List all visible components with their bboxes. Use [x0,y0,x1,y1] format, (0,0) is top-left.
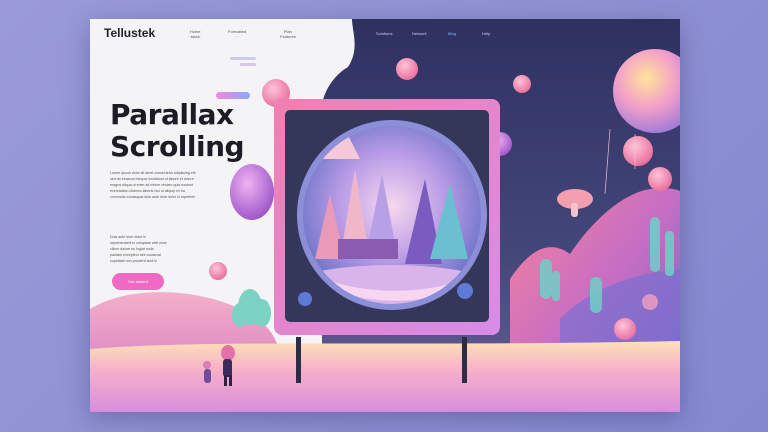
nav-item-network[interactable]: Network [412,31,427,36]
paragraph-line: commodo consequat duis aute irure dolor … [110,195,196,199]
nav-item-help[interactable]: Help [482,31,490,36]
cta-button[interactable]: Get started [112,273,164,290]
nav-item-home[interactable]: Home · stack · [188,29,202,39]
nav-item-plan[interactable]: Plan Features [280,29,296,39]
scene-illustration [90,19,680,412]
hero-paragraph-secondary: Duis aute irure dolor in reprehenderit i… [110,234,172,264]
hero-title-line1: Parallax [110,98,234,131]
nav-item-formatted[interactable]: Formatted · · [228,29,246,39]
hero-title-line2: Scrolling [110,130,245,163]
hero-paragraph: Lorem ipsum dolor sit amet consectetur a… [110,170,210,200]
paragraph-line: cupidatat non proident sunt in [110,259,158,263]
hero-title: Parallax Scrolling [110,98,245,163]
nav-item-sub: · · [235,34,239,39]
brand-logo[interactable]: Tellustek [104,26,155,40]
nav-item-sub: Features [280,34,296,39]
nav-item-sub: · stack · [188,34,203,39]
landing-page-frame: Tellustek Home · stack · Formatted · · P… [90,19,680,412]
nav-item-blog[interactable]: Blog [448,31,456,36]
nav-item-solutions[interactable]: Solutions [376,31,392,36]
